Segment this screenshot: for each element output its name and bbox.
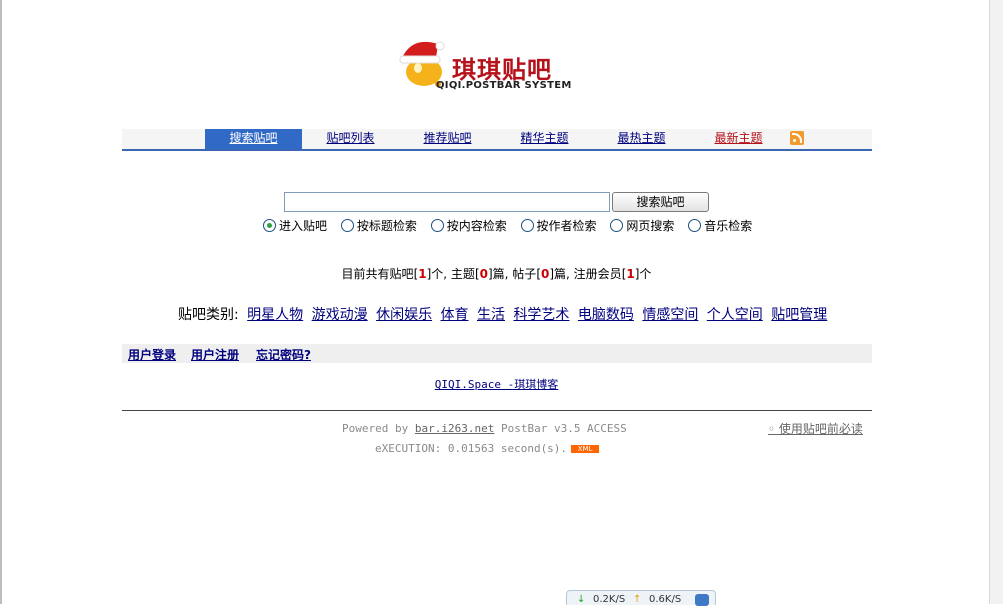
- rss-icon[interactable]: [790, 131, 804, 145]
- bar-count: 1: [418, 267, 427, 281]
- radio-by-content[interactable]: 按内容检索: [430, 217, 507, 234]
- radio-enter-bar[interactable]: 进入贴吧: [263, 217, 327, 234]
- readme-link[interactable]: ◦ 使用贴吧前必读: [768, 420, 863, 437]
- vertical-scrollbar[interactable]: [989, 0, 1003, 604]
- category-link[interactable]: 贴吧管理: [771, 307, 827, 323]
- radio-by-author[interactable]: 按作者检索: [520, 217, 597, 234]
- category-link[interactable]: 科学艺术: [513, 307, 569, 323]
- logo-subtitle: QIQI.POSTBAR SYSTEM: [436, 80, 572, 91]
- category-label: 贴吧类别:: [178, 307, 239, 323]
- execution-time: eXECUTION: 0.01563 second(s). XML: [375, 442, 600, 455]
- category-link[interactable]: 生活: [477, 307, 505, 323]
- category-link[interactable]: 体育: [441, 307, 469, 323]
- site-logo[interactable]: 琪琪贴吧 QIQI.POSTBAR SYSTEM: [394, 36, 604, 96]
- login-link[interactable]: 用户登录: [128, 346, 176, 363]
- radio-icon[interactable]: [610, 219, 624, 232]
- site-statistics: 目前共有贴吧[1]个, 主题[0]篇, 帖子[0]篇, 注册会员[1]个: [341, 267, 652, 281]
- topic-count: 0: [479, 267, 488, 281]
- radio-icon[interactable]: [520, 219, 534, 232]
- nav-search-bars[interactable]: 搜索贴吧: [205, 129, 302, 149]
- radio-web-search[interactable]: 网页搜索: [610, 217, 674, 234]
- bullet-icon: ◦: [768, 422, 776, 436]
- footer-divider: [122, 410, 872, 411]
- powered-by-link[interactable]: bar.i263.net: [415, 422, 494, 435]
- main-nav: 搜索贴吧 贴吧列表 推荐贴吧 精华主题 最热主题 最新主题: [122, 129, 872, 151]
- radio-icon[interactable]: [430, 219, 444, 232]
- nav-hottest-topics[interactable]: 最热主题: [593, 129, 690, 149]
- member-count: 1: [626, 267, 635, 281]
- category-list: 贴吧类别: 明星人物 游戏动漫 休闲娱乐 体育 生活 科学艺术 电脑数码 情感空…: [178, 304, 827, 324]
- category-link[interactable]: 休闲娱乐: [376, 307, 432, 323]
- category-link[interactable]: 明星人物: [247, 307, 303, 323]
- radio-by-title[interactable]: 按标题检索: [340, 217, 417, 234]
- category-link[interactable]: 游戏动漫: [312, 307, 368, 323]
- widget-app-icon[interactable]: [695, 594, 709, 606]
- post-count: 0: [541, 267, 550, 281]
- search-mode-options: 进入贴吧 按标题检索 按内容检索 按作者检索 网页搜索 音乐检索: [263, 217, 762, 233]
- download-speed: 0.2K/S: [593, 594, 626, 605]
- radio-icon[interactable]: [688, 219, 702, 232]
- search-input[interactable]: [284, 192, 610, 212]
- search-button[interactable]: 搜索贴吧: [612, 192, 709, 212]
- download-arrow-icon: ↓: [577, 594, 586, 605]
- blog-link[interactable]: QIQI.Space -琪琪博客: [0, 376, 993, 392]
- register-link[interactable]: 用户注册: [191, 346, 239, 363]
- forgot-password-link[interactable]: 忘记密码?: [256, 346, 311, 363]
- nav-recommended-bars[interactable]: 推荐贴吧: [399, 129, 496, 149]
- user-bar: 用户登录 用户注册 忘记密码?: [122, 344, 872, 363]
- network-speed-widget[interactable]: ↓ 0.2K/S ↑ 0.6K/S: [566, 590, 716, 606]
- radio-selected-icon[interactable]: [263, 219, 276, 232]
- nav-newest-topics[interactable]: 最新主题: [690, 129, 787, 149]
- powered-by: Powered by bar.i263.net PostBar v3.5 ACC…: [342, 422, 627, 435]
- radio-music-search[interactable]: 音乐检索: [688, 217, 752, 234]
- nav-bar-list[interactable]: 贴吧列表: [302, 129, 399, 149]
- xml-feed-icon[interactable]: XML: [571, 445, 600, 453]
- category-link[interactable]: 电脑数码: [578, 307, 634, 323]
- window-left-border: [0, 0, 2, 604]
- upload-speed: 0.6K/S: [649, 594, 682, 605]
- upload-arrow-icon: ↑: [633, 594, 642, 605]
- nav-featured-topics[interactable]: 精华主题: [496, 129, 593, 149]
- category-link[interactable]: 个人空间: [707, 307, 763, 323]
- radio-icon[interactable]: [340, 219, 354, 232]
- category-link[interactable]: 情感空间: [642, 307, 698, 323]
